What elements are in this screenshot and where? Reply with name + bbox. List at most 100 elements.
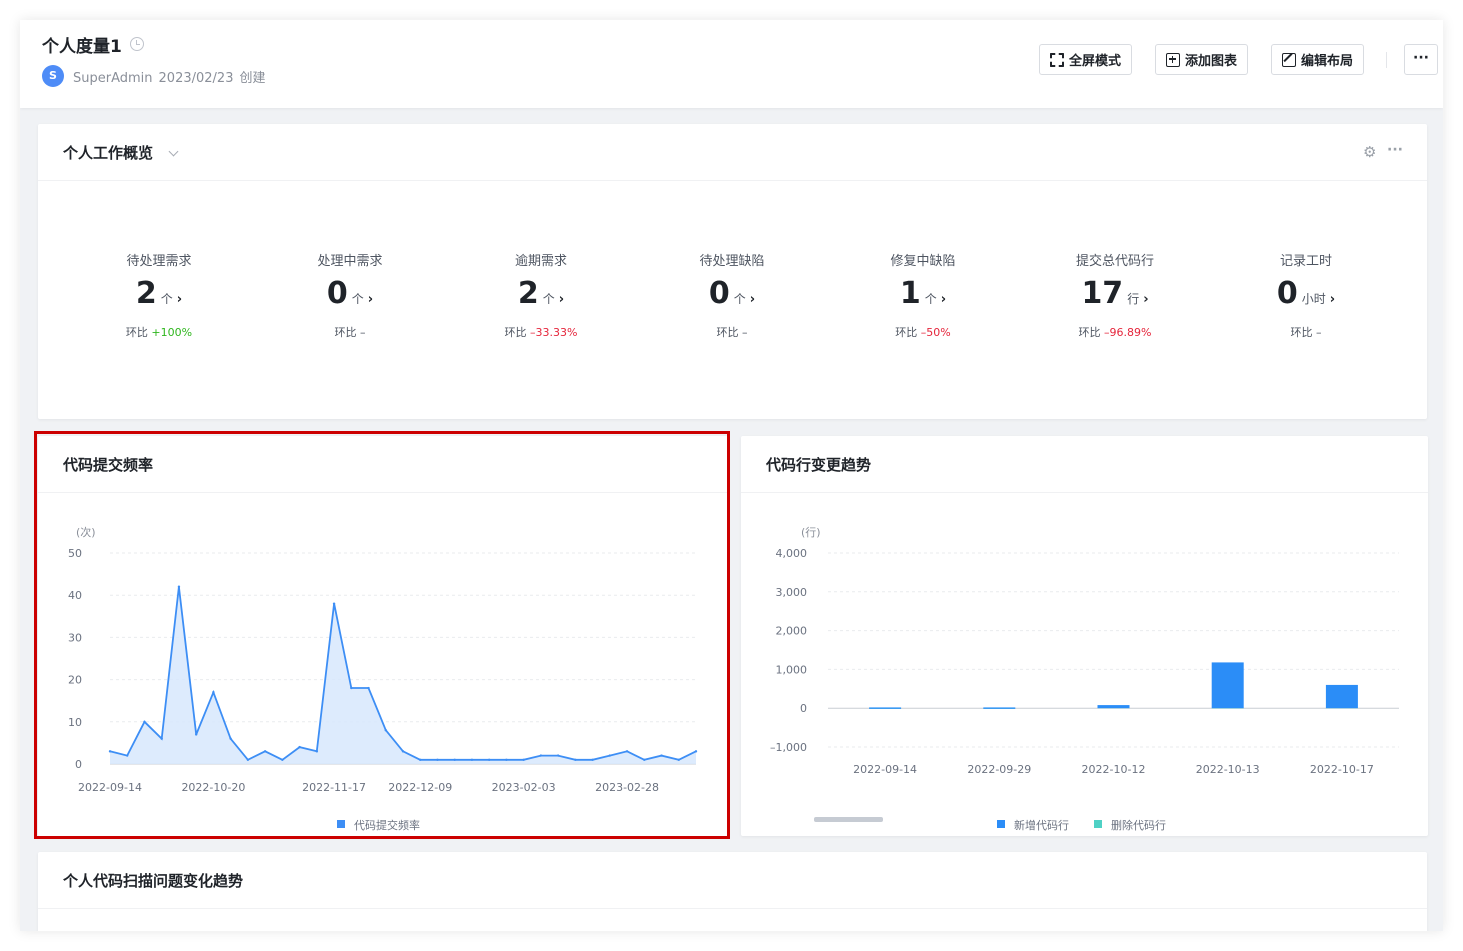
fullscreen-icon: [1050, 52, 1064, 67]
compare-value: +100%: [151, 326, 193, 339]
compare-label: 环比: [716, 326, 739, 339]
compare-value: –33.33%: [530, 326, 578, 339]
stat-item[interactable]: 逾期需求 2 个 › 环比 –33.33%: [461, 250, 621, 340]
compare-value: –: [360, 326, 366, 339]
stat-compare: 环比 –96.89%: [1035, 324, 1195, 340]
compare-label: 环比: [125, 326, 148, 339]
compare-value: –: [1316, 326, 1322, 339]
more-button[interactable]: ···: [1404, 44, 1438, 75]
legend-swatch: [997, 820, 1005, 828]
creator-info: SuperAdmin 2023/02/23 创建: [73, 67, 271, 86]
stat-label: 逾期需求: [514, 254, 567, 269]
avatar: S: [42, 65, 64, 87]
chevron-right-icon: ›: [367, 292, 374, 307]
stat-value-row[interactable]: 2 个 ›: [79, 276, 239, 311]
bar-added: [983, 707, 1016, 709]
scan-issues-title: 个人代码扫描问题变化趋势: [63, 872, 244, 890]
fullscreen-label: 全屏模式: [1069, 54, 1122, 69]
selection-highlight: [34, 431, 730, 839]
created-suffix: 创建: [239, 71, 266, 86]
stat-value-row[interactable]: 0 个 ›: [270, 276, 430, 311]
stat-item[interactable]: 提交总代码行 17 行 › 环比 –96.89%: [1035, 250, 1195, 340]
stat-value: 0: [326, 276, 348, 311]
stat-item[interactable]: 待处理缺陷 0 个 › 环比 –: [652, 250, 812, 340]
chevron-down-icon[interactable]: [168, 146, 179, 157]
card-divider: [38, 908, 1427, 909]
edit-layout-label: 编辑布局: [1301, 54, 1354, 69]
code-line-trend-chart: (行) 4,000 3,000 2,000 1,000 0 –1,000 2022-09-14…: [770, 526, 1399, 832]
stat-item[interactable]: 处理中需求 0 个 › 环比 –: [270, 250, 430, 340]
edit-layout-button[interactable]: 编辑布局: [1271, 44, 1365, 75]
bar-added: [1325, 684, 1358, 709]
stat-value-row[interactable]: 1 个 ›: [843, 276, 1003, 311]
fullscreen-button[interactable]: 全屏模式: [1039, 44, 1133, 75]
stat-compare: 环比 –: [270, 324, 430, 340]
code-line-trend-card: 代码行变更趋势 (行) 4,000 3,000 2,000 1,000 0 –1,000 20…: [741, 436, 1428, 836]
stat-value-row[interactable]: 17 行 ›: [1035, 276, 1195, 311]
edit-icon: [1282, 52, 1296, 67]
stat-item[interactable]: 修复中缺陷 1 个 › 环比 –50%: [843, 250, 1003, 340]
stat-unit: 个: [733, 292, 746, 306]
stat-compare: 环比 +100%: [79, 324, 239, 340]
stat-value: 1: [899, 276, 921, 311]
stat-value: 2: [517, 276, 539, 311]
stat-label: 提交总代码行: [1075, 254, 1154, 269]
bar-added: [869, 707, 902, 709]
stat-value-row[interactable]: 0 个 ›: [652, 276, 812, 311]
clock-icon[interactable]: [130, 37, 144, 51]
stat-label: 待处理缺陷: [699, 254, 765, 269]
y-tick-label: –1,000: [770, 741, 807, 754]
stat-value: 0: [708, 276, 730, 311]
stat-unit: 个: [542, 292, 555, 306]
compare-value: –96.89%: [1104, 326, 1152, 339]
chevron-right-icon: ›: [1329, 292, 1336, 307]
dashboard-frame: 个人度量1 S SuperAdmin 2023/02/23 创建 全屏模式 添加图表…: [20, 20, 1443, 931]
legend-label: 新增代码行: [1014, 818, 1069, 832]
stat-item[interactable]: 待处理需求 2 个 › 环比 +100%: [79, 250, 239, 340]
stat-label: 修复中缺陷: [890, 254, 956, 269]
creator-name: SuperAdmin: [73, 71, 153, 86]
stat-value-row[interactable]: 0 小时 ›: [1226, 276, 1386, 311]
card-more-icon[interactable]: ···: [1387, 142, 1403, 158]
chevron-right-icon: ›: [940, 292, 947, 307]
dashboard-header: 个人度量1 S SuperAdmin 2023/02/23 创建 全屏模式 添加图表…: [20, 20, 1443, 108]
stat-unit: 个: [351, 292, 364, 306]
y-tick-label: 3,000: [776, 586, 808, 599]
y-tick-label: 2,000: [776, 625, 808, 638]
scan-issues-card: 个人代码扫描问题变化趋势: [38, 852, 1427, 931]
x-tick-label: 2022-09-14: [853, 763, 917, 776]
compare-label: 环比: [334, 326, 357, 339]
x-tick-label: 2022-10-17: [1310, 763, 1374, 776]
chevron-right-icon: ›: [749, 292, 756, 307]
y-tick-label: 0: [800, 702, 807, 715]
created-date: 2023/02/23: [158, 71, 234, 86]
stat-label: 记录工时: [1279, 254, 1332, 269]
bar-added: [1211, 662, 1244, 709]
legend-swatch: [1094, 820, 1102, 828]
stat-unit: 小时: [1301, 292, 1326, 306]
y-tick-label: 4,000: [776, 547, 808, 560]
chevron-right-icon: ›: [1143, 292, 1149, 307]
stat-label: 处理中需求: [317, 254, 383, 269]
stat-item[interactable]: 记录工时 0 小时 › 环比 –: [1226, 250, 1386, 340]
compare-label: 环比: [1078, 326, 1101, 339]
card-divider: [38, 180, 1427, 181]
stat-value: 17: [1081, 276, 1124, 311]
compare-label: 环比: [1290, 326, 1313, 339]
stat-value-row[interactable]: 2 个 ›: [461, 276, 621, 311]
code-line-trend-title: 代码行变更趋势: [766, 456, 872, 474]
stat-unit: 个: [160, 292, 173, 306]
overview-title: 个人工作概览: [63, 144, 154, 162]
x-tick-label: 2022-10-13: [1196, 763, 1260, 776]
gear-icon[interactable]: ⚙: [1363, 145, 1378, 160]
stat-unit: 个: [924, 292, 937, 306]
stat-compare: 环比 –33.33%: [461, 324, 621, 340]
stat-value: 0: [1276, 276, 1298, 311]
horizontal-scrollbar[interactable]: [814, 817, 883, 822]
x-tick-label: 2022-09-29: [967, 763, 1031, 776]
page-title: 个人度量1: [42, 37, 122, 57]
stat-compare: 环比 –: [1226, 324, 1386, 340]
chevron-right-icon: ›: [558, 292, 565, 307]
add-chart-button[interactable]: 添加图表: [1155, 44, 1249, 75]
compare-label: 环比: [504, 326, 527, 339]
